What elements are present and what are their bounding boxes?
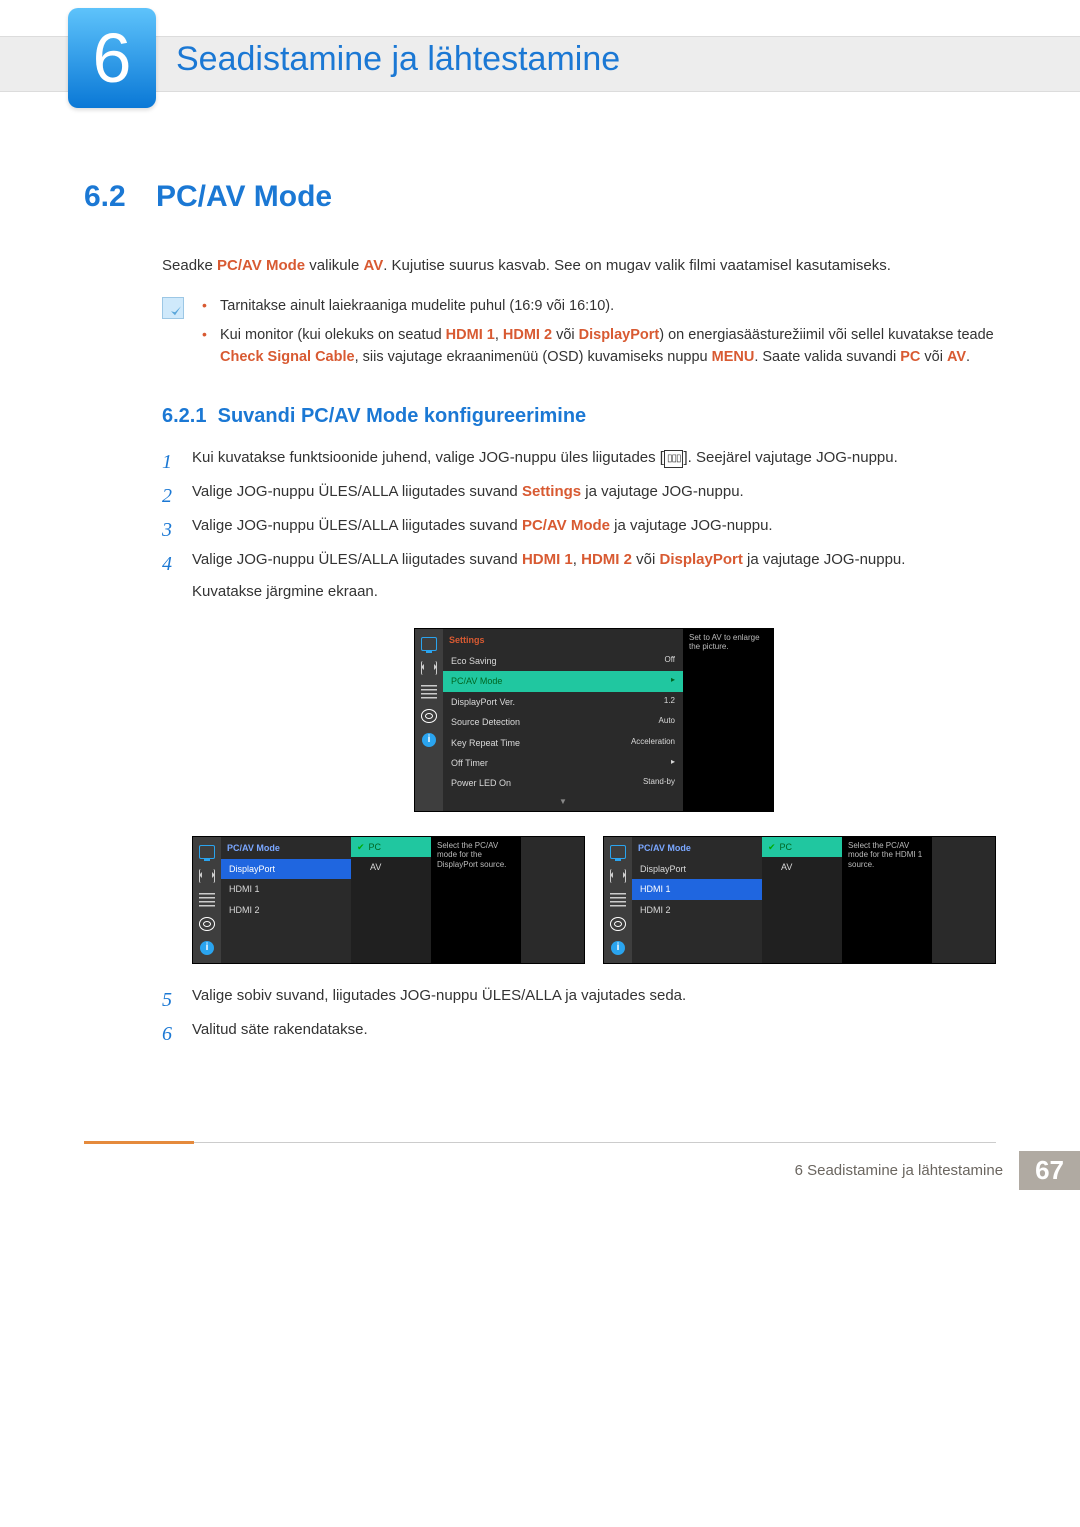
osd-title: PC/AV Mode — [221, 837, 351, 859]
osd-row: Off Timer▸ — [443, 753, 683, 773]
osd-title: PC/AV Mode — [632, 837, 762, 859]
osd-row: Eco SavingOff — [443, 651, 683, 671]
intro-paragraph: Seadke PC/AV Mode valikule AV. Kujutise … — [84, 254, 996, 277]
osd-row: Key Repeat TimeAcceleration — [443, 733, 683, 753]
info-icon: i — [200, 941, 214, 955]
footer-accent — [84, 1141, 194, 1144]
osd-sub-row: ✔PC — [351, 837, 431, 857]
osd-settings-menu: i Settings Eco SavingOffPC/AV Mode▸Displ… — [414, 628, 774, 812]
osd-tooltip: Select the PC/AV mode for the HDMI 1 sou… — [842, 837, 932, 963]
osd-row: Source DetectionAuto — [443, 712, 683, 732]
step-item: 3 Valige JOG-nuppu ÜLES/ALLA liigutades … — [162, 514, 996, 538]
osd-row: Power LED OnStand-by — [443, 773, 683, 793]
footer-caption: 6 Seadistamine ja lähtestamine — [795, 1162, 1003, 1179]
osd-sub-row: AV — [351, 857, 431, 877]
osd-row: HDMI 2 — [632, 900, 762, 920]
osd-sidebar: i — [415, 629, 443, 811]
subsection-heading: 6.2.1 Suvandi PC/AV Mode konfigureerimin… — [162, 405, 996, 428]
input-icon — [199, 869, 215, 883]
osd-row: DisplayPort Ver.1.2 — [443, 692, 683, 712]
osd-sub-row: AV — [762, 857, 842, 877]
chapter-title: Seadistamine ja lähtestamine — [176, 40, 620, 79]
gear-icon — [610, 917, 626, 931]
monitor-icon — [421, 637, 437, 651]
section-heading: 6.2PC/AV Mode — [84, 180, 996, 214]
monitor-icon — [199, 845, 215, 859]
osd-pcav-hdmi1: i PC/AV Mode DisplayPortHDMI 1HDMI 2 ✔PC… — [603, 836, 996, 964]
gear-icon — [421, 709, 437, 723]
input-icon — [421, 661, 437, 675]
section-title: PC/AV Mode — [156, 180, 332, 213]
menu-glyph-icon: ▯▯▯ — [664, 450, 684, 468]
list-icon — [199, 893, 215, 907]
chapter-header: 6 Seadistamine ja lähtestamine — [0, 0, 1080, 120]
scroll-down-icon: ▼ — [443, 794, 683, 811]
note-item: Tarnitakse ainult laiekraaniga mudelite … — [202, 295, 996, 317]
info-icon: i — [422, 733, 436, 747]
osd-row: HDMI 1 — [221, 879, 351, 899]
monitor-icon — [610, 845, 626, 859]
osd-row: PC/AV Mode▸ — [443, 671, 683, 691]
osd-pcav-displayport: i PC/AV Mode DisplayPortHDMI 1HDMI 2 ✔PC… — [192, 836, 585, 964]
step-item: 5 Valige sobiv suvand, liigutades JOG-nu… — [162, 984, 996, 1008]
step-item: 4 Valige JOG-nuppu ÜLES/ALLA liigutades … — [162, 548, 996, 964]
osd-tooltip: Select the PC/AV mode for the DisplayPor… — [431, 837, 521, 963]
osd-tooltip: Set to AV to enlarge the picture. — [683, 629, 773, 811]
osd-row: DisplayPort — [632, 859, 762, 879]
gear-icon — [199, 917, 215, 931]
osd-row: DisplayPort — [221, 859, 351, 879]
page-footer: 6 Seadistamine ja lähtestamine 67 — [0, 1142, 1080, 1190]
step-item: 2 Valige JOG-nuppu ÜLES/ALLA liigutades … — [162, 480, 996, 504]
step-item: 6 Valitud säte rakendatakse. — [162, 1018, 996, 1042]
note-icon — [162, 297, 184, 319]
input-icon — [610, 869, 626, 883]
osd-row: HDMI 1 — [632, 879, 762, 899]
osd-row: HDMI 2 — [221, 900, 351, 920]
list-icon — [421, 685, 437, 699]
list-icon — [610, 893, 626, 907]
step-item: 1 Kui kuvatakse funktsioonide juhend, va… — [162, 446, 996, 470]
osd-title: Settings — [443, 629, 683, 651]
info-icon: i — [611, 941, 625, 955]
chapter-number-badge: 6 — [68, 8, 156, 108]
note-block: Tarnitakse ainult laiekraaniga mudelite … — [84, 295, 996, 374]
osd-sub-row: ✔PC — [762, 837, 842, 857]
note-item: Kui monitor (kui olekuks on seatud HDMI … — [202, 324, 996, 369]
section-number: 6.2 — [84, 180, 156, 214]
page-number: 67 — [1019, 1151, 1080, 1190]
